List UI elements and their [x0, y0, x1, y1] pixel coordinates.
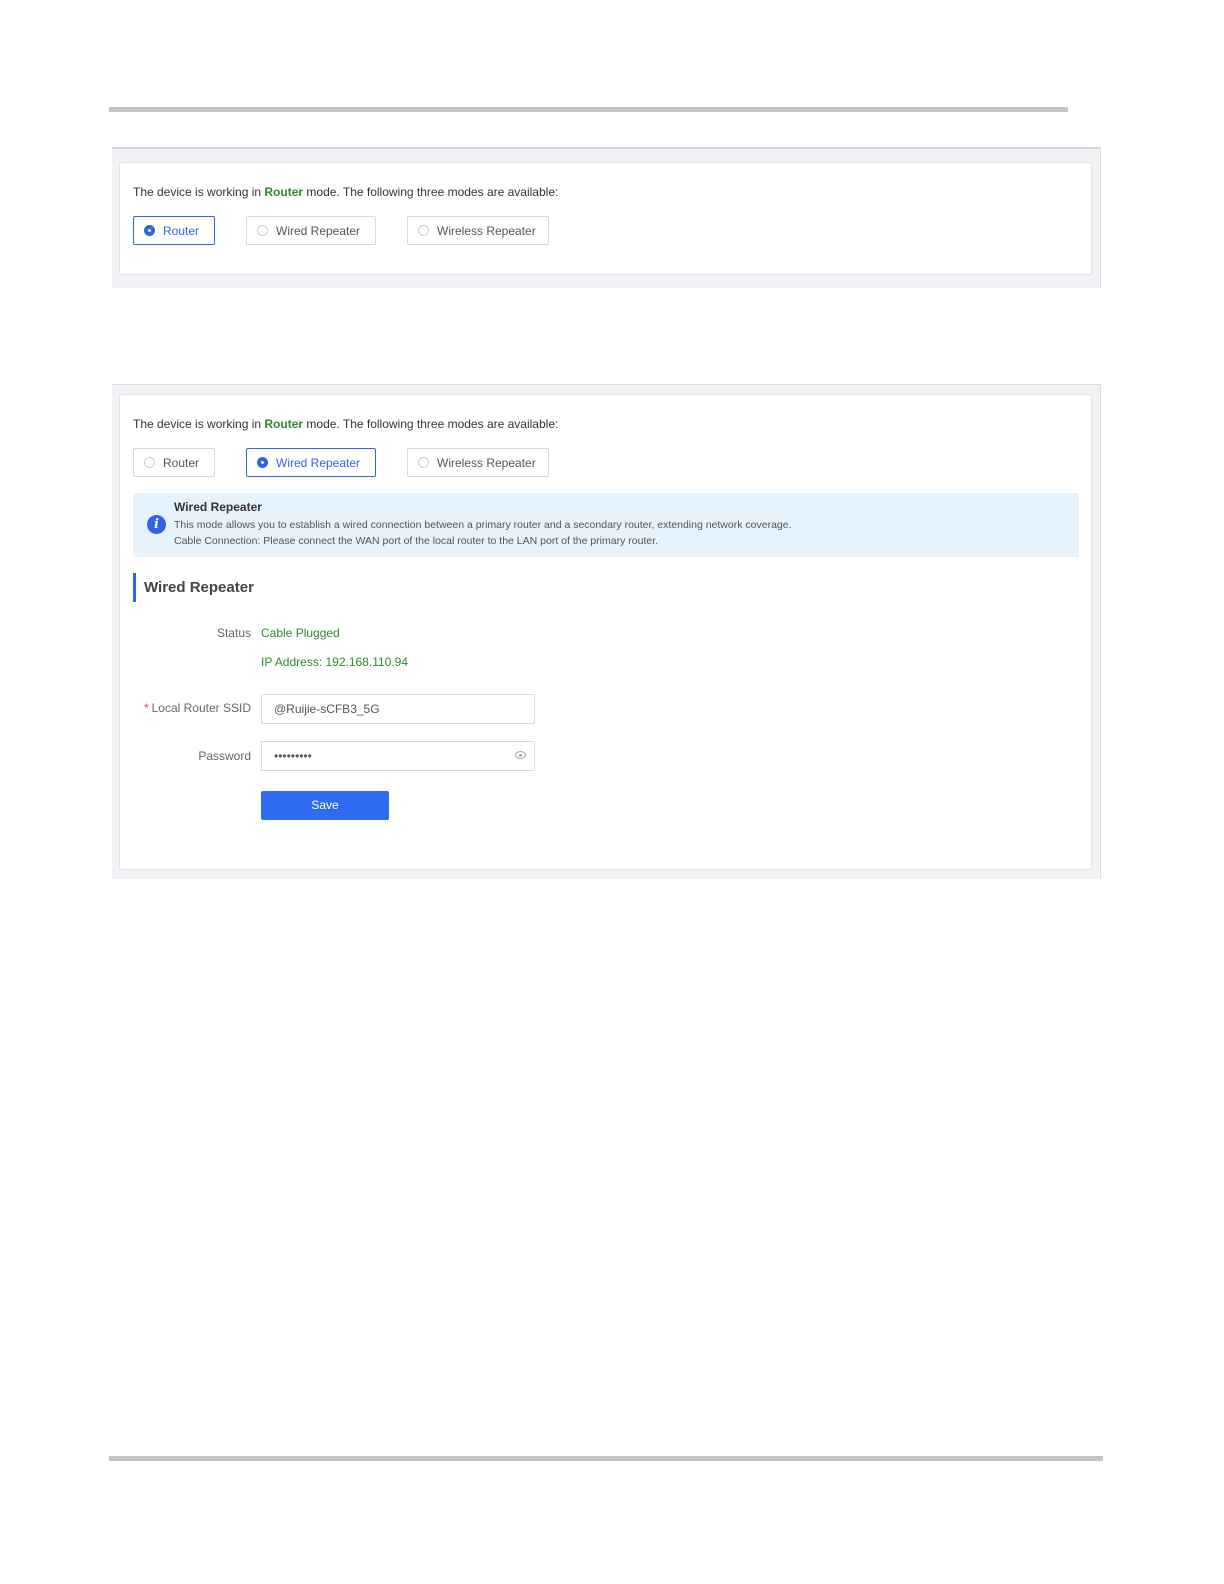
password-input[interactable]: •••••••••: [261, 741, 535, 771]
ssid-input-value: @Ruijie-sCFB3_5G: [274, 702, 380, 716]
mode-intro-text: The device is working in Router mode. Th…: [133, 417, 558, 431]
mode-option-label: Router: [163, 223, 200, 238]
info-alert: i Wired Repeater This mode allows you to…: [133, 493, 1079, 557]
intro-after: mode. The following three modes are avai…: [303, 185, 559, 199]
mode-option-wired-repeater[interactable]: Wired Repeater: [246, 216, 376, 245]
required-mark: *: [143, 701, 149, 715]
screenshot-wired-repeater-mode: The device is working in Router mode. Th…: [112, 384, 1101, 879]
mode-card: The device is working in Router mode. Th…: [119, 162, 1092, 275]
save-button[interactable]: Save: [261, 791, 389, 820]
mode-option-wireless-repeater[interactable]: Wireless Repeater: [407, 216, 549, 245]
mode-option-label: Wireless Repeater: [437, 223, 536, 238]
current-mode: Router: [264, 417, 304, 431]
current-mode: Router: [264, 185, 304, 199]
radio-icon: [257, 225, 268, 236]
mode-option-label: Router: [163, 455, 200, 470]
ssid-label: * Local Router SSID: [131, 701, 251, 715]
info-icon: i: [147, 515, 166, 534]
intro-after: mode. The following three modes are avai…: [303, 417, 559, 431]
radio-icon: [144, 225, 155, 236]
screenshot-router-mode: The device is working in Router mode. Th…: [112, 147, 1101, 288]
mode-option-wireless-repeater[interactable]: Wireless Repeater: [407, 448, 549, 477]
mode-option-label: Wireless Repeater: [437, 455, 536, 470]
mode-card: The device is working in Router mode. Th…: [119, 394, 1092, 870]
radio-icon: [257, 457, 268, 468]
alert-cable-note: Cable Connection: Please connect the WAN…: [174, 535, 659, 547]
mode-option-label: Wired Repeater: [276, 455, 361, 470]
radio-icon: [418, 225, 429, 236]
intro-before: The device is working in: [133, 417, 265, 431]
section-title: Wired Repeater: [133, 573, 254, 602]
mode-option-label: Wired Repeater: [276, 223, 361, 238]
alert-title: Wired Repeater: [174, 500, 262, 514]
ip-address-value: IP Address: 192.168.110.94: [261, 655, 409, 669]
password-label: Password: [198, 749, 251, 763]
ssid-input[interactable]: @Ruijie-sCFB3_5G: [261, 694, 535, 724]
password-input-value: •••••••••: [274, 749, 312, 763]
alert-description: This mode allows you to establish a wire…: [174, 519, 792, 531]
mode-intro-text: The device is working in Router mode. Th…: [133, 185, 558, 199]
ssid-label-text: Local Router SSID: [151, 701, 251, 715]
eye-icon[interactable]: [515, 751, 526, 759]
mode-option-wired-repeater[interactable]: Wired Repeater: [246, 448, 376, 477]
radio-icon: [144, 457, 155, 468]
intro-before: The device is working in: [133, 185, 265, 199]
status-value: Cable Plugged: [261, 626, 340, 640]
page-footer-rule: [109, 1456, 1103, 1461]
page-header-rule: [109, 107, 1068, 112]
mode-option-router[interactable]: Router: [133, 448, 215, 477]
radio-icon: [418, 457, 429, 468]
status-label: Status: [216, 626, 251, 640]
mode-option-router[interactable]: Router: [133, 216, 215, 245]
